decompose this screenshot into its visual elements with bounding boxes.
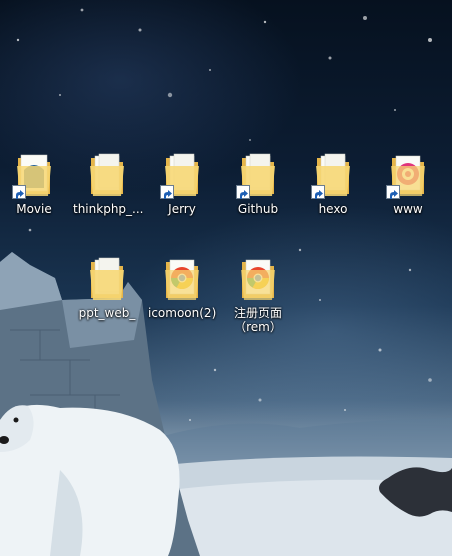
icon-label: Jerry [168,202,196,216]
shortcut-arrow-icon [160,185,174,199]
movie-folder-icon [12,152,54,199]
shortcut-arrow-icon [311,185,325,199]
chrome-folder-icon [238,256,278,302]
folder-icon [160,152,202,199]
shortcut-arrow-icon [12,185,26,199]
chrome-folder-icon [162,256,202,302]
desktop-icon-ppt-web[interactable]: ppt_web_ [73,256,141,320]
icon-label: www [393,202,423,216]
shortcut-arrow-icon [236,185,250,199]
icon-label: 注册页面（rem） [233,306,282,334]
icon-label: Movie [16,202,52,216]
folder-icon [87,256,127,302]
desktop-icon-movie[interactable]: Movie [0,152,68,216]
folder-icon [87,152,127,198]
icon-label: thinkphp_... [73,202,144,216]
desktop-background: Movie thinkphp_... Jerry Github hexo www… [0,0,452,556]
folder-icon [311,152,353,199]
desktop-icon-icomoon[interactable]: icomoon(2) [148,256,216,320]
desktop-icon-jerry[interactable]: Jerry [148,152,216,216]
icon-label: hexo [318,202,348,216]
shortcut-arrow-icon [386,185,400,199]
desktop-icon-register-page[interactable]: 注册页面（rem） [224,256,292,334]
folder-icon [236,152,278,199]
www-folder-icon [386,152,428,199]
desktop-icon-github[interactable]: Github [224,152,292,216]
icon-label: Github [237,202,279,216]
desktop-icon-www[interactable]: www [374,152,442,216]
desktop-icon-hexo[interactable]: hexo [299,152,367,216]
desktop-icon-thinkphp[interactable]: thinkphp_... [73,152,144,216]
icon-label: ppt_web_ [78,306,136,320]
icon-label: icomoon(2) [148,306,217,320]
